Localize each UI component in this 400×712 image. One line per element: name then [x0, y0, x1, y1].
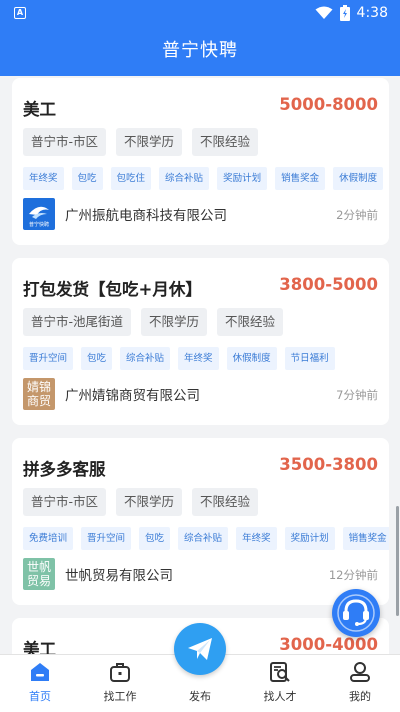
benefit-tag: 休假制度 [333, 167, 384, 190]
benefit-tag: 销售奖金 [342, 527, 389, 550]
job-benefits: 免费培训 晋升空间 包吃 综合补贴 年终奖 奖励计划 销售奖金 [23, 527, 389, 550]
company-name: 世帆贸易有限公司 [65, 568, 173, 584]
customer-service-button[interactable] [332, 589, 380, 637]
user-icon [350, 662, 370, 682]
company-logo-text: 世帆贸易 [26, 560, 51, 588]
tab-label: 找人才 [263, 690, 297, 703]
benefit-tag: 晋升空间 [23, 347, 74, 370]
tab-label: 我的 [349, 690, 371, 703]
company-logo-text: 普宁快聘 [29, 221, 49, 228]
job-salary: 3800-5000 [279, 275, 378, 294]
job-salary: 3000-4000 [279, 635, 378, 654]
job-salary: 3500-3800 [279, 455, 378, 474]
job-experience-tag: 不限经验 [192, 128, 259, 156]
benefit-tag: 综合补贴 [159, 167, 210, 190]
tab-label: 首页 [29, 690, 51, 703]
benefit-tag: 包吃 [139, 527, 171, 550]
benefit-tag: 年终奖 [23, 167, 64, 190]
job-card[interactable]: 打包发货【包吃+月休】 3800-5000 普宁市-池尾街道 不限学历 不限经验… [12, 258, 389, 425]
page-title: 普宁快聘 [162, 40, 238, 61]
company-row[interactable]: 世帆贸易 世帆贸易有限公司 12分钟前 [23, 558, 378, 592]
publish-button[interactable] [174, 623, 226, 675]
company-logo: 普宁快聘 [23, 198, 55, 230]
job-experience-tag: 不限经验 [192, 488, 259, 516]
job-title: 美工 [23, 640, 56, 654]
job-experience-tag: 不限经验 [217, 308, 284, 336]
tab-home[interactable]: 首页 [0, 655, 80, 712]
benefit-tag: 包吃 [71, 167, 103, 190]
job-location-tag: 普宁市-池尾街道 [23, 308, 132, 336]
job-attributes: 普宁市-池尾街道 不限学历 不限经验 [23, 308, 284, 336]
posted-time: 7分钟前 [336, 388, 378, 402]
job-title: 美工 [23, 100, 56, 119]
job-education-tag: 不限学历 [116, 128, 183, 156]
app-notification-icon: A [14, 7, 26, 19]
company-logo-text: 婧锦商贸 [26, 380, 51, 408]
benefit-tag: 奖励计划 [284, 527, 335, 550]
job-attributes: 普宁市-市区 不限学历 不限经验 [23, 128, 259, 156]
company-row[interactable]: 婧锦商贸 广州婧锦商贸有限公司 7分钟前 [23, 378, 378, 412]
job-title: 拼多多客服 [23, 460, 106, 479]
job-card[interactable]: 拼多多客服 3500-3800 普宁市-市区 不限学历 不限经验 免费培训 晋升… [12, 438, 389, 605]
company-logo: 世帆贸易 [23, 558, 55, 590]
job-list[interactable]: 美工 5000-8000 普宁市-市区 不限学历 不限经验 年终奖 包吃 包吃住… [0, 76, 400, 654]
headset-icon [337, 594, 375, 632]
system-icons: 4:38 [315, 5, 388, 21]
benefit-tag: 年终奖 [236, 527, 277, 550]
tab-find-jobs[interactable]: 找工作 [80, 655, 160, 712]
benefit-tag: 综合补贴 [178, 527, 229, 550]
benefit-tag: 包吃住 [110, 167, 152, 190]
tab-label: 找工作 [103, 690, 137, 703]
job-education-tag: 不限学历 [116, 488, 183, 516]
company-logo: 婧锦商贸 [23, 378, 55, 410]
posted-time: 2分钟前 [336, 208, 378, 222]
company-row[interactable]: 普宁快聘 广州振航电商科技有限公司 2分钟前 [23, 198, 378, 232]
job-education-tag: 不限学历 [141, 308, 208, 336]
tab-find-talent[interactable]: 找人才 [240, 655, 320, 712]
company-name: 广州婧锦商贸有限公司 [65, 388, 200, 404]
paper-plane-icon [188, 638, 212, 660]
benefit-tag: 晋升空间 [81, 527, 132, 550]
battery-icon [339, 5, 350, 21]
job-benefits: 晋升空间 包吃 综合补贴 年终奖 休假制度 节日福利 [23, 347, 389, 370]
job-salary: 5000-8000 [279, 95, 378, 114]
company-logo-mark: 普宁快聘 [29, 206, 49, 228]
benefit-tag: 免费培训 [23, 527, 74, 550]
benefit-tag: 节日福利 [284, 347, 335, 370]
scrollbar[interactable] [396, 506, 399, 616]
benefit-tag: 包吃 [81, 347, 113, 370]
benefit-tag: 综合补贴 [120, 347, 171, 370]
posted-time: 12分钟前 [328, 568, 378, 582]
benefit-tag: 奖励计划 [217, 167, 268, 190]
job-benefits: 年终奖 包吃 包吃住 综合补贴 奖励计划 销售奖金 休假制度 节 [23, 167, 389, 190]
benefit-tag: 休假制度 [226, 347, 277, 370]
briefcase-icon [110, 663, 130, 682]
benefit-tag: 销售奖金 [275, 167, 326, 190]
app-header: 普宁快聘 [0, 28, 400, 76]
benefit-tag: 年终奖 [178, 347, 219, 370]
job-location-tag: 普宁市-市区 [23, 128, 107, 156]
home-icon [31, 663, 49, 681]
tab-profile[interactable]: 我的 [320, 655, 400, 712]
job-card[interactable]: 美工 5000-8000 普宁市-市区 不限学历 不限经验 年终奖 包吃 包吃住… [12, 78, 389, 245]
tab-label: 发布 [189, 690, 211, 703]
clock: 4:38 [356, 5, 388, 21]
company-name: 广州振航电商科技有限公司 [65, 208, 227, 224]
job-attributes: 普宁市-市区 不限学历 不限经验 [23, 488, 259, 516]
wifi-icon [315, 6, 333, 19]
status-bar: A 4:38 [0, 0, 400, 28]
talent-search-icon [270, 662, 290, 682]
job-location-tag: 普宁市-市区 [23, 488, 107, 516]
job-title: 打包发货【包吃+月休】 [23, 280, 202, 299]
